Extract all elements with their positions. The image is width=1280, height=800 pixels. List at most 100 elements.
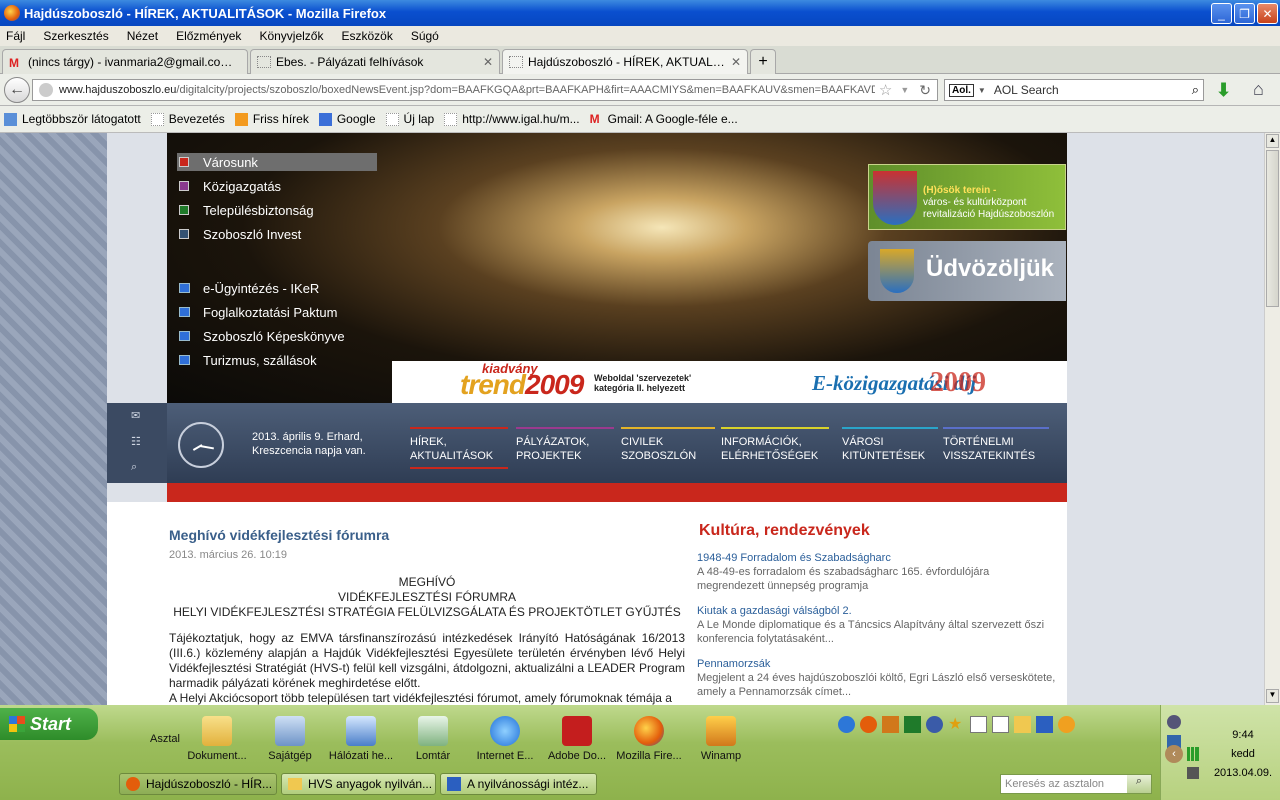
download-icon[interactable]: ⬇	[1216, 80, 1231, 101]
clock-time[interactable]: 9:44	[1213, 729, 1273, 741]
desktop-shortcut-adobe[interactable]: Adobe Do...	[542, 716, 612, 762]
close-tab-icon[interactable]: ✕	[483, 55, 493, 69]
menu-kepeskonyve[interactable]: Szoboszló Képeskönyve	[179, 327, 345, 345]
desktop-shortcut-winamp[interactable]: Winamp	[686, 716, 756, 762]
menu-file[interactable]: Fájl	[0, 29, 31, 43]
scroll-up-icon[interactable]: ▲	[1266, 134, 1279, 148]
ie-icon[interactable]	[838, 716, 855, 733]
bookmark-most-visited[interactable]: Legtöbbször látogatott	[4, 112, 141, 126]
nav-informaciok[interactable]: INFORMÁCIÓK, ELÉRHETŐSÉGEK	[721, 427, 829, 463]
scrollbar-thumb[interactable]	[1266, 150, 1279, 307]
word-icon[interactable]	[1036, 716, 1053, 733]
excel-icon[interactable]	[904, 716, 921, 733]
task-explorer[interactable]: HVS anyagok nyilván...	[281, 773, 436, 795]
winamp-icon[interactable]	[882, 716, 899, 733]
back-button[interactable]: ←	[4, 77, 30, 103]
menu-view[interactable]: Nézet	[121, 29, 164, 43]
menu-bar: Fájl Szerkesztés Nézet Előzmények Könyvj…	[0, 26, 1280, 46]
menu-varosunk[interactable]: Városunk	[177, 153, 377, 171]
signal-icon[interactable]	[1187, 747, 1199, 761]
url-field[interactable]: www.hajduszoboszlo.eu /digitalcity/proje…	[32, 79, 938, 101]
bookmark-gmail[interactable]: M Gmail: A Google-féle e...	[590, 112, 738, 126]
nav-hirek[interactable]: HÍREK, AKTUALITÁSOK	[410, 427, 508, 469]
menu-telepulesbiztonsag[interactable]: Településbiztonság	[179, 201, 314, 219]
mail-icon[interactable]: ✉	[131, 409, 140, 422]
menu-kozigazgatas[interactable]: Közigazgatás	[179, 177, 281, 195]
gmail-icon: M	[9, 56, 19, 70]
desktop-search-field[interactable]: Keresés az asztalon ⌕	[1000, 774, 1152, 794]
start-button[interactable]: Start	[0, 708, 98, 740]
firefox-icon[interactable]	[860, 716, 877, 733]
bookmark-news[interactable]: Friss hírek	[234, 112, 309, 126]
nav-palyazatok[interactable]: PÁLYÁZATOK, PROJEKTEK	[516, 427, 614, 463]
reload-icon[interactable]: ↻	[913, 82, 937, 99]
search-icon[interactable]: ⌕	[131, 461, 137, 474]
sidebar-item-link[interactable]: Pennamorzsák	[697, 657, 1057, 671]
dropdown-icon[interactable]: ▼	[896, 85, 913, 95]
expand-tray-icon[interactable]: ‹	[1165, 745, 1183, 763]
bookmark-google[interactable]: Google	[318, 112, 376, 126]
tab-gmail[interactable]: M (nincs tárgy) - ivanmaria2@gmail.com -…	[2, 49, 248, 74]
nav-label: VÁROSI	[842, 436, 884, 448]
folder-icon[interactable]	[1014, 716, 1031, 733]
menu-bookmarks[interactable]: Könyvjelzők	[253, 29, 329, 43]
desktop-shortcut-network[interactable]: Hálózati he...	[326, 716, 396, 762]
menu-history[interactable]: Előzmények	[170, 29, 247, 43]
bookmark-igal[interactable]: http://www.igal.hu/m...	[444, 112, 580, 126]
calendar-icon[interactable]	[992, 716, 1009, 733]
welcome-banner[interactable]: Üdvözöljük	[868, 241, 1066, 301]
star-icon[interactable]: ☆	[875, 81, 896, 99]
menu-e-ugyintezes[interactable]: e-Ügyintézés - IKeR	[179, 279, 319, 297]
bookmark-new-tab[interactable]: Új lap	[385, 112, 434, 126]
restore-button[interactable]: ❐	[1234, 3, 1255, 24]
menu-szoboszlo-invest[interactable]: Szoboszló Invest	[179, 225, 301, 243]
menu-edit[interactable]: Szerkesztés	[37, 29, 114, 43]
new-tab-button[interactable]: +	[750, 49, 776, 74]
nav-civilek[interactable]: CIVILEK SZOBOSZLÓN	[621, 427, 715, 463]
scroll-down-icon[interactable]: ▼	[1266, 689, 1279, 703]
site-identity-icon[interactable]	[39, 83, 53, 97]
sidebar-item-link[interactable]: Kiutak a gazdasági válságból 2.	[697, 604, 1057, 618]
desktop-shortcut-internet-explorer[interactable]: Internet E...	[470, 716, 540, 762]
url-path: /digitalcity/projects/szoboszlo/boxedNew…	[176, 84, 875, 96]
media-player-icon[interactable]	[926, 716, 943, 733]
tab-ebes[interactable]: Ebes. - Pályázati felhívások ✕	[250, 49, 500, 74]
menu-tools[interactable]: Eszközök	[335, 29, 398, 43]
desktop-shortcut-firefox[interactable]: Mozilla Fire...	[614, 716, 684, 762]
desktop-shortcut-recycle-bin[interactable]: Lomtár	[398, 716, 468, 762]
nav-tortenelmi[interactable]: TÖRTÉNELMI VISSZATEKINTÉS	[943, 427, 1049, 463]
task-word[interactable]: A nyilvánossági intéz...	[440, 773, 597, 795]
search-field[interactable]: Aol. ▼ AOL Search ⌕	[944, 79, 1204, 101]
task-firefox[interactable]: Hajdúszoboszló - HÍR...	[119, 773, 277, 795]
tab-hirek[interactable]: Hajdúszoboszló - HÍREK, AKTUALITÁSOK ✕	[502, 49, 748, 74]
search-icon[interactable]: ⌕	[1192, 82, 1199, 98]
aol-icon[interactable]: Aol.	[949, 83, 974, 97]
nav-kituntetesek[interactable]: VÁROSI KITÜNTETÉSEK	[842, 427, 938, 463]
star-icon[interactable]: ★	[948, 716, 965, 733]
desktop-shortcut-my-computer[interactable]: Sajátgép	[255, 716, 325, 762]
sitemap-icon[interactable]: ☷	[131, 435, 141, 448]
menu-turizmus[interactable]: Turizmus, szállások	[179, 351, 317, 369]
article-title[interactable]: Meghívó vidékfejlesztési fórumra	[169, 527, 389, 543]
menu-foglalkoztatasi-paktum[interactable]: Foglalkoztatási Paktum	[179, 303, 337, 321]
menu-help[interactable]: Súgó	[405, 29, 445, 43]
engine-dropdown-icon[interactable]: ▼	[978, 86, 986, 95]
bookmark-intro[interactable]: Bevezetés	[150, 112, 225, 126]
search-icon[interactable]: ⌕	[1127, 775, 1151, 793]
home-icon[interactable]: ⌂	[1253, 79, 1264, 100]
calculator-icon[interactable]	[970, 716, 987, 733]
hosok-terein-banner[interactable]: (H)ősök terein - város- és kultúrközpont…	[868, 164, 1066, 230]
vertical-scrollbar[interactable]: ▲ ▼	[1264, 133, 1280, 705]
banner-line: város- és kultúrközpont	[923, 197, 1027, 208]
nav-label: INFORMÁCIÓK,	[721, 436, 802, 448]
close-tab-icon[interactable]: ✕	[731, 55, 741, 69]
task-label: A nyilvánossági intéz...	[467, 777, 589, 791]
device-icon[interactable]	[1187, 767, 1199, 779]
sidebar-item-link[interactable]: 1948-49 Forradalom és Szabadságharc	[697, 551, 1057, 565]
minimize-button[interactable]: _	[1211, 3, 1232, 24]
close-window-button[interactable]: ✕	[1257, 3, 1278, 24]
desktop-shortcut-documents[interactable]: Dokument...	[182, 716, 252, 762]
network-status-icon[interactable]	[1167, 715, 1181, 729]
messenger-icon[interactable]	[1058, 716, 1075, 733]
bookmark-folder-icon	[4, 112, 17, 126]
